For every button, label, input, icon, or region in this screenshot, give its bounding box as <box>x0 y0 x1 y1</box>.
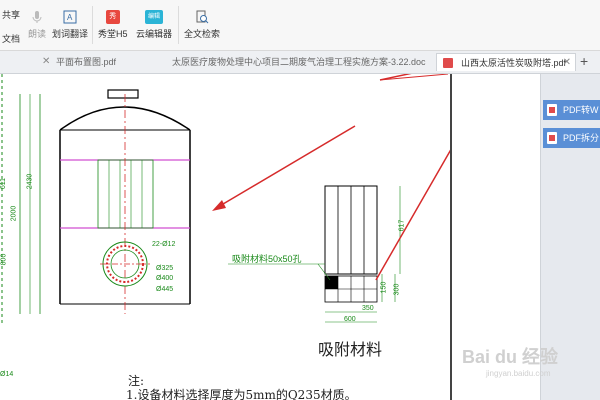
h5-icon: 秀 <box>105 10 120 24</box>
doc-button[interactable]: 文档 <box>2 32 20 45</box>
pdf-to-word-label: PDF转W <box>563 105 599 115</box>
annotation-arrows <box>212 74 450 281</box>
tab-plan-layout[interactable]: 平面布置图.pdf ✕ <box>0 53 150 71</box>
word-translate-label: 划词翻译 <box>52 29 89 39</box>
document-tab-bar: 平面布置图.pdf ✕ 太原医疗废物处理中心项目二期废气治理工程实施方案-3.2… <box>0 51 600 74</box>
doc-label: 文档 <box>2 34 21 44</box>
dim-base-height: 800 <box>0 253 8 266</box>
dim-total-height: 2430 <box>26 173 34 190</box>
ribbon-separator <box>92 6 93 44</box>
read-aloud-label: 朗读 <box>28 29 47 39</box>
pdf-split-button[interactable]: PDF拆分 <box>543 128 600 148</box>
cloud-editor-button[interactable]: 编辑 云编辑器 <box>136 10 172 40</box>
pdf-icon <box>547 104 557 116</box>
read-aloud-button[interactable]: 朗读 <box>28 10 46 40</box>
cad-drawing <box>1 74 450 324</box>
dim-section-height: 611 <box>0 177 8 190</box>
new-tab-button[interactable]: + <box>580 53 588 69</box>
close-icon[interactable]: ✕ <box>563 54 571 71</box>
tab-label: 山西太原活性炭吸附塔.pdf <box>461 58 567 68</box>
dim-flange-d3: Ø445 <box>156 286 174 293</box>
watermark-brand: Bai du 经验 <box>462 347 559 367</box>
note-line-1: 1.设备材料选择厚度为5mm的Q235材质。 <box>126 388 357 400</box>
svg-text:A: A <box>67 13 73 22</box>
dim-flange-d2: Ø400 <box>156 275 174 282</box>
dim-block-height: 617 <box>398 219 406 232</box>
dim-inner-height: 2000 <box>10 205 18 222</box>
hole-spec-label: 吸附材料50x50孔 <box>232 254 302 264</box>
pdf-split-label: PDF拆分 <box>563 133 600 143</box>
drawing-caption: 吸附材料 <box>318 340 383 359</box>
dim-sub-height-2: 300 <box>393 283 401 296</box>
tab-label: 太原医疗废物处理中心项目二期废气治理工程实施方案-3.22.doc <box>172 57 426 67</box>
translate-icon: A <box>63 10 77 24</box>
tab-adsorption-tower[interactable]: 山西太原活性炭吸附塔.pdf ✕ <box>436 53 576 71</box>
pdf-to-word-button[interactable]: PDF转W <box>543 100 600 120</box>
fulltext-search-label: 全文检索 <box>184 29 221 39</box>
xiutang-h5-label: 秀堂H5 <box>98 29 128 39</box>
tab-medical-waste-doc[interactable]: 太原医疗废物处理中心项目二期废气治理工程实施方案-3.22.doc <box>160 53 430 71</box>
word-translate-button[interactable]: A 划词翻译 <box>52 10 88 40</box>
dim-flange-holes: 22-Ø12 <box>152 241 176 248</box>
dim-width-350: 350 <box>362 305 374 312</box>
search-document-icon <box>196 10 209 24</box>
xiutang-h5-button[interactable]: 秀 秀堂H5 <box>98 10 128 40</box>
microphone-icon <box>32 11 42 23</box>
dim-flange-d1: Ø325 <box>156 265 174 272</box>
tab-label: 平面布置图.pdf <box>56 57 117 67</box>
cloud-editor-label: 云编辑器 <box>136 29 173 39</box>
cloud-editor-icon: 编辑 <box>145 10 163 24</box>
share-button[interactable]: 共享 <box>2 8 20 21</box>
pdf-icon <box>443 58 453 68</box>
dim-width-600: 600 <box>344 316 356 323</box>
pdf-icon <box>547 132 557 144</box>
toolbar-ribbon: 共享 文档 朗读 A 划词翻译 秀 秀堂H5 编辑 云编辑器 全文检索 <box>0 0 600 51</box>
fulltext-search-button[interactable]: 全文检索 <box>184 10 220 40</box>
baidu-watermark: Bai du 经验 jingyan.baidu.com <box>462 343 592 383</box>
dim-sub-height: 150 <box>380 281 388 294</box>
ribbon-separator <box>178 6 179 44</box>
share-label: 共享 <box>2 10 21 20</box>
pdf-page: 2430 2000 611 800 22-Ø12 Ø325 Ø400 Ø445 … <box>0 74 450 400</box>
close-icon[interactable]: ✕ <box>42 53 50 71</box>
bottom-left-dim: Ø14 <box>0 371 14 378</box>
watermark-url: jingyan.baidu.com <box>486 369 551 378</box>
